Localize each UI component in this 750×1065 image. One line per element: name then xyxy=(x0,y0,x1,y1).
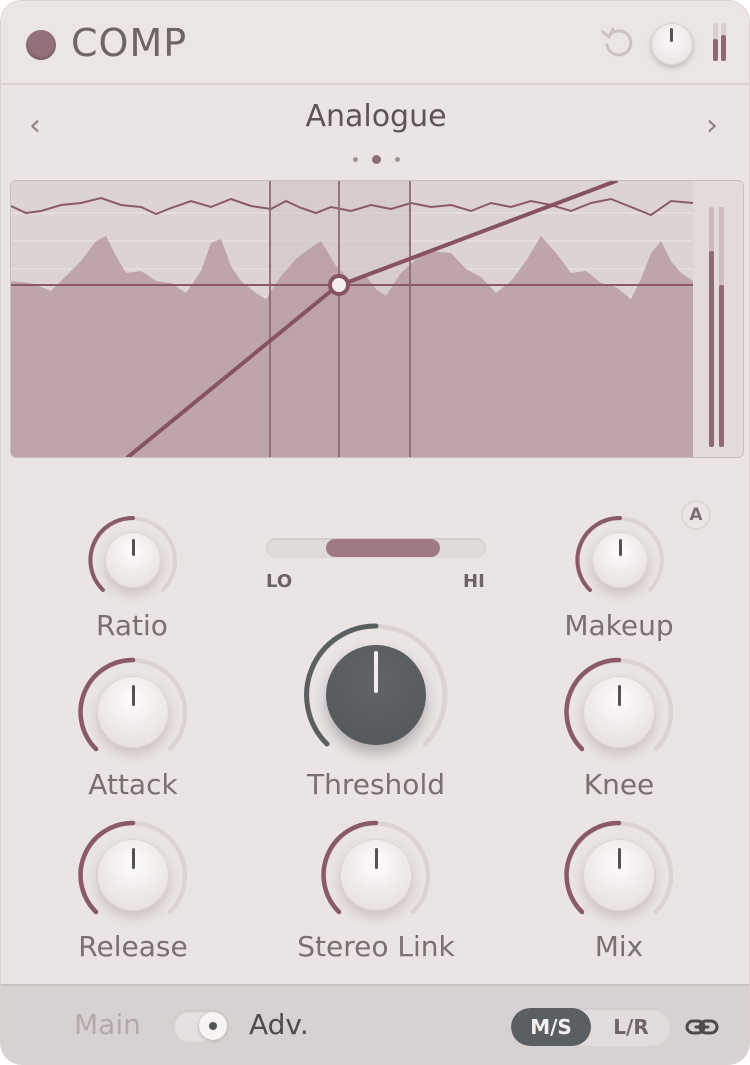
threshold-label: Threshold xyxy=(307,768,445,801)
link-icon[interactable] xyxy=(685,1014,719,1040)
mix-knob-cap[interactable] xyxy=(583,839,655,911)
ratio-knob-cap[interactable] xyxy=(105,532,161,588)
lr-button[interactable]: L/R xyxy=(591,1008,671,1046)
knee-label: Knee xyxy=(583,768,655,801)
range-lo-label: LO xyxy=(266,571,293,592)
attack-label: Attack xyxy=(88,768,178,801)
knee-knob[interactable] xyxy=(560,653,678,771)
level-meter-icon xyxy=(713,23,729,61)
stereo-link-knob-cap[interactable] xyxy=(340,839,412,911)
meter-right-level xyxy=(719,285,724,447)
output-gain-knob[interactable] xyxy=(651,23,693,65)
ratio-knob[interactable] xyxy=(83,510,183,610)
transfer-curve-display xyxy=(11,181,743,457)
gain-reduction-meter-bg xyxy=(693,181,743,457)
range-hi-label: HI xyxy=(463,571,485,592)
attack-knob[interactable] xyxy=(74,653,192,771)
makeup-knob-cap[interactable] xyxy=(592,532,648,588)
channel-mode-segmented: M/S L/R xyxy=(511,1008,671,1046)
makeup-label: Makeup xyxy=(564,609,674,642)
preset-navigator: ‹ Analogue › xyxy=(1,91,749,171)
threshold-knob-cap[interactable] xyxy=(326,645,426,745)
release-knob-cap[interactable] xyxy=(97,839,169,911)
compressor-panel: COMP ‹ Analogue › Ratio LO HI A Makeup A… xyxy=(0,0,750,1065)
auto-makeup-button[interactable]: A xyxy=(681,500,711,530)
sidechain-filter-range-handle[interactable] xyxy=(326,539,440,557)
main-adv-toggle[interactable] xyxy=(173,1010,229,1042)
adv-mode-label[interactable]: Adv. xyxy=(249,1008,309,1041)
ratio-label: Ratio xyxy=(96,609,168,642)
page-dot[interactable] xyxy=(352,157,358,162)
meter-left-level xyxy=(709,251,714,447)
mix-knob[interactable] xyxy=(560,816,678,934)
makeup-knob[interactable] xyxy=(570,510,670,610)
power-button[interactable] xyxy=(26,30,56,60)
ms-button[interactable]: M/S xyxy=(511,1008,591,1046)
header-bar: COMP xyxy=(1,1,749,85)
knee-knob-cap[interactable] xyxy=(583,676,655,748)
undo-icon[interactable] xyxy=(599,23,637,61)
toggle-thumb xyxy=(199,1012,227,1040)
stereo-link-knob[interactable] xyxy=(317,816,435,934)
sidechain-filter-range[interactable] xyxy=(266,538,486,558)
page-dot-active[interactable] xyxy=(371,155,381,164)
page-dot[interactable] xyxy=(394,157,400,162)
release-label: Release xyxy=(78,930,188,963)
plugin-title: COMP xyxy=(71,21,188,65)
next-preset-button[interactable]: › xyxy=(706,111,718,141)
preset-name[interactable]: Analogue xyxy=(1,99,749,134)
attack-knob-cap[interactable] xyxy=(97,676,169,748)
footer-bar: Main Adv. M/S L/R xyxy=(1,984,749,1064)
mix-label: Mix xyxy=(594,930,644,963)
preset-page-dots xyxy=(1,149,749,168)
threshold-knob[interactable] xyxy=(301,620,451,770)
release-knob[interactable] xyxy=(74,816,192,934)
compression-graph[interactable] xyxy=(10,180,744,458)
threshold-handle[interactable] xyxy=(328,274,350,296)
stereo-link-label: Stereo Link xyxy=(297,930,455,963)
main-mode-label[interactable]: Main xyxy=(74,1008,141,1041)
